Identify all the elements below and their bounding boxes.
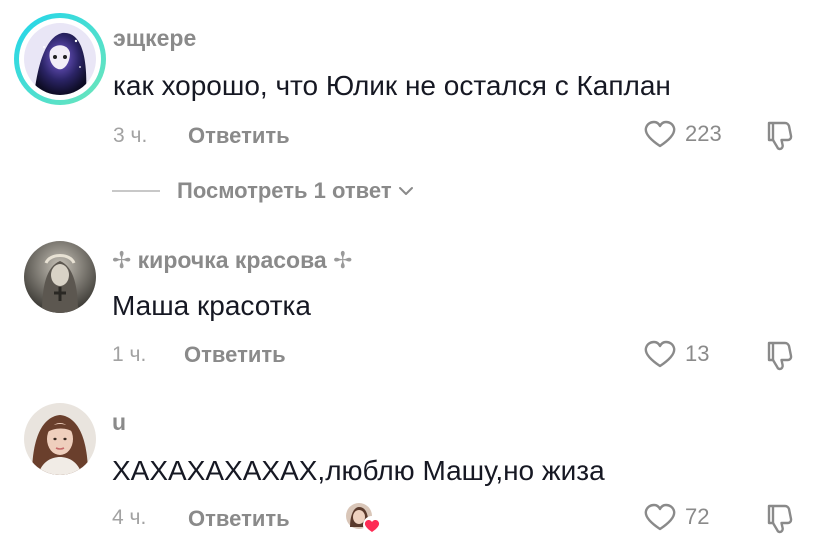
like-button[interactable]: 72 — [643, 502, 709, 532]
comment-username[interactable]: u — [112, 409, 126, 436]
thumbs-down-icon — [767, 121, 793, 151]
view-replies-label: Посмотреть 1 ответ — [177, 178, 392, 203]
chevron-down-icon — [398, 187, 413, 195]
dislike-button[interactable] — [763, 501, 797, 535]
username-decoration: ✢ — [333, 247, 353, 273]
comment-text: как хорошо, что Юлик не остался с Каплан — [113, 70, 671, 101]
heart-outline-icon — [644, 340, 676, 368]
like-count: 223 — [685, 121, 722, 146]
dislike-button[interactable] — [763, 118, 797, 152]
reply-button[interactable]: Ответить — [184, 342, 286, 368]
story-ring[interactable] — [14, 13, 106, 105]
comment-text: ХАХАХАХАХАХ,люблю Машу,но жиза — [112, 455, 605, 486]
heart-outline-icon — [644, 503, 676, 531]
like-button[interactable]: 13 — [643, 339, 709, 369]
username-text: кирочка красова — [137, 247, 327, 273]
avatar[interactable] — [24, 241, 96, 313]
comment-text: Маша красотка — [112, 290, 311, 321]
thumbs-down-icon — [767, 341, 793, 371]
divider-line — [112, 190, 160, 192]
avatar[interactable] — [24, 403, 96, 475]
reply-button[interactable]: Ответить — [188, 123, 290, 149]
creator-heart-badge-icon — [344, 501, 382, 535]
reply-button[interactable]: Ответить — [188, 506, 290, 532]
like-count: 72 — [685, 504, 710, 529]
view-replies-button[interactable]: Посмотреть 1 ответ — [112, 178, 414, 204]
comment-timestamp: 3 ч. — [113, 124, 148, 147]
avatar[interactable] — [24, 23, 96, 95]
heart-outline-icon — [644, 120, 676, 148]
like-count: 13 — [685, 341, 710, 366]
comment-username[interactable]: эщкере — [113, 25, 196, 52]
comment-username[interactable]: ✢ кирочка красова ✢ — [112, 247, 352, 274]
comment-timestamp: 4 ч. — [112, 506, 147, 529]
dislike-button[interactable] — [763, 338, 797, 372]
thumbs-down-icon — [767, 504, 793, 534]
like-button[interactable]: 223 — [643, 119, 722, 149]
username-decoration: ✢ — [112, 247, 132, 273]
comment-timestamp: 1 ч. — [112, 343, 147, 366]
